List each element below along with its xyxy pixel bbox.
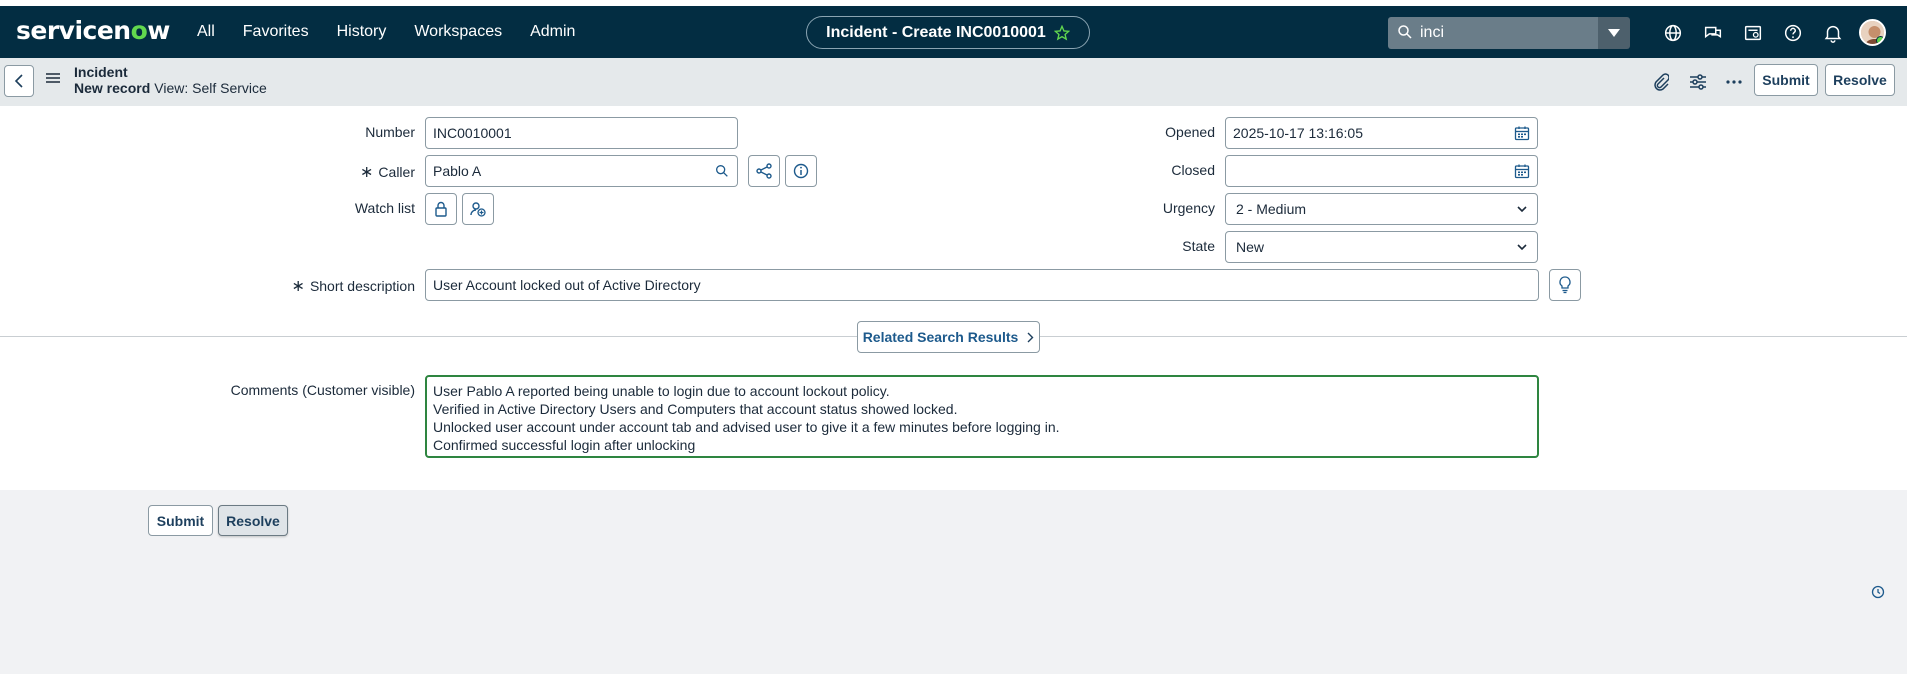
form-record-name: New record — [74, 80, 151, 96]
state-label: State — [1182, 238, 1215, 254]
chevron-left-icon — [14, 74, 23, 88]
record-context-label: Incident - Create INC0010001 — [826, 23, 1046, 41]
closed-calendar-button[interactable] — [1507, 155, 1538, 187]
caller-field[interactable]: Pablo A — [425, 155, 707, 187]
globe-icon[interactable] — [1662, 22, 1684, 44]
lightbulb-icon — [1559, 276, 1571, 294]
watchlist-add-me-button[interactable] — [462, 193, 494, 225]
bell-icon[interactable] — [1822, 22, 1844, 44]
chevron-down-icon — [1517, 205, 1527, 212]
short-description-label: ∗ Short description — [292, 276, 415, 296]
back-button[interactable] — [4, 65, 34, 97]
hierarchy-icon — [756, 163, 772, 179]
nav-all[interactable]: All — [197, 23, 215, 41]
comments-label: Comments (Customer visible) — [230, 382, 415, 398]
user-avatar[interactable] — [1859, 19, 1886, 46]
global-search-input[interactable] — [1420, 22, 1590, 44]
nav-history[interactable]: History — [337, 23, 387, 41]
attachment-icon[interactable] — [1649, 70, 1673, 94]
closed-label: Closed — [1171, 162, 1215, 178]
related-search-results-label: Related Search Results — [862, 329, 1019, 345]
info-icon — [793, 163, 809, 179]
caret-down-icon — [1608, 29, 1620, 37]
short-description-label-text: Short description — [309, 278, 415, 294]
personalize-form-icon[interactable] — [1686, 70, 1710, 94]
required-marker: ∗ — [291, 278, 305, 295]
presence-dot — [1876, 36, 1884, 44]
servicenow-logo[interactable]: servicenow — [16, 16, 170, 45]
opened-label: Opened — [1165, 124, 1215, 140]
suggestion-button[interactable] — [1549, 269, 1581, 301]
number-label: Number — [365, 124, 415, 140]
form-view-name: View: Self Service — [154, 80, 267, 96]
required-marker: ∗ — [360, 164, 374, 181]
calendar-icon — [1514, 126, 1530, 141]
show-related-records-button[interactable] — [748, 155, 780, 187]
chevron-right-icon — [1027, 332, 1034, 342]
chat-icon[interactable] — [1702, 22, 1724, 44]
header-submit-button[interactable]: Submit — [1754, 64, 1818, 96]
form-context-menu-icon[interactable] — [46, 72, 60, 84]
star-icon[interactable] — [1053, 24, 1070, 41]
short-description-field[interactable]: User Account locked out of Active Direct… — [425, 269, 1539, 301]
number-field[interactable]: INC0010001 — [425, 117, 738, 149]
watchlist-unlock-button[interactable] — [425, 193, 457, 225]
search-icon — [715, 165, 728, 177]
opened-calendar-button[interactable] — [1507, 117, 1538, 149]
caller-preview-button[interactable] — [785, 155, 817, 187]
nav-admin[interactable]: Admin — [530, 23, 575, 41]
form-table-name: Incident — [74, 64, 128, 80]
urgency-label: Urgency — [1162, 200, 1215, 216]
nav-workspaces[interactable]: Workspaces — [414, 23, 502, 41]
form-title: Incident New record View: Self Service — [74, 64, 267, 96]
record-context-pill[interactable]: Incident - Create INC0010001 — [806, 16, 1090, 49]
closed-field[interactable] — [1225, 155, 1508, 187]
footer-submit-button[interactable]: Submit — [148, 505, 213, 536]
help-icon[interactable] — [1782, 22, 1804, 44]
search-scope-dropdown[interactable] — [1598, 17, 1630, 49]
urgency-value: 2 - Medium — [1236, 201, 1307, 217]
opened-field[interactable]: 2025-10-17 13:16:05 — [1225, 117, 1508, 149]
caller-label: ∗ Caller — [360, 162, 415, 182]
caller-label-text: Caller — [378, 164, 415, 180]
caller-lookup-button[interactable] — [706, 155, 738, 187]
nav-menu: All Favorites History Workspaces Admin — [197, 6, 603, 58]
state-select[interactable]: New — [1225, 231, 1538, 263]
comments-textarea[interactable]: User Pablo A reported being unable to lo… — [425, 375, 1539, 458]
calendar-icon — [1514, 164, 1530, 179]
header-resolve-button[interactable]: Resolve — [1825, 64, 1895, 96]
main-navigation: servicenow All Favorites History Workspa… — [0, 6, 1907, 58]
search-icon — [1398, 25, 1412, 39]
clock-icon[interactable] — [1871, 585, 1885, 599]
chevron-down-icon — [1517, 243, 1527, 250]
nav-favorites[interactable]: Favorites — [243, 23, 309, 41]
form-header: Incident New record View: Self Service Su… — [0, 58, 1907, 106]
global-search — [1388, 17, 1598, 49]
add-me-icon — [470, 202, 486, 217]
lock-icon — [435, 201, 447, 217]
related-search-results-button[interactable]: Related Search Results — [857, 321, 1040, 353]
inbox-icon[interactable] — [1742, 22, 1764, 44]
more-options-icon[interactable] — [1722, 70, 1746, 94]
state-value: New — [1236, 239, 1265, 255]
watchlist-label: Watch list — [354, 200, 415, 216]
footer-resolve-button[interactable]: Resolve — [218, 505, 288, 536]
urgency-select[interactable]: 2 - Medium — [1225, 193, 1538, 225]
